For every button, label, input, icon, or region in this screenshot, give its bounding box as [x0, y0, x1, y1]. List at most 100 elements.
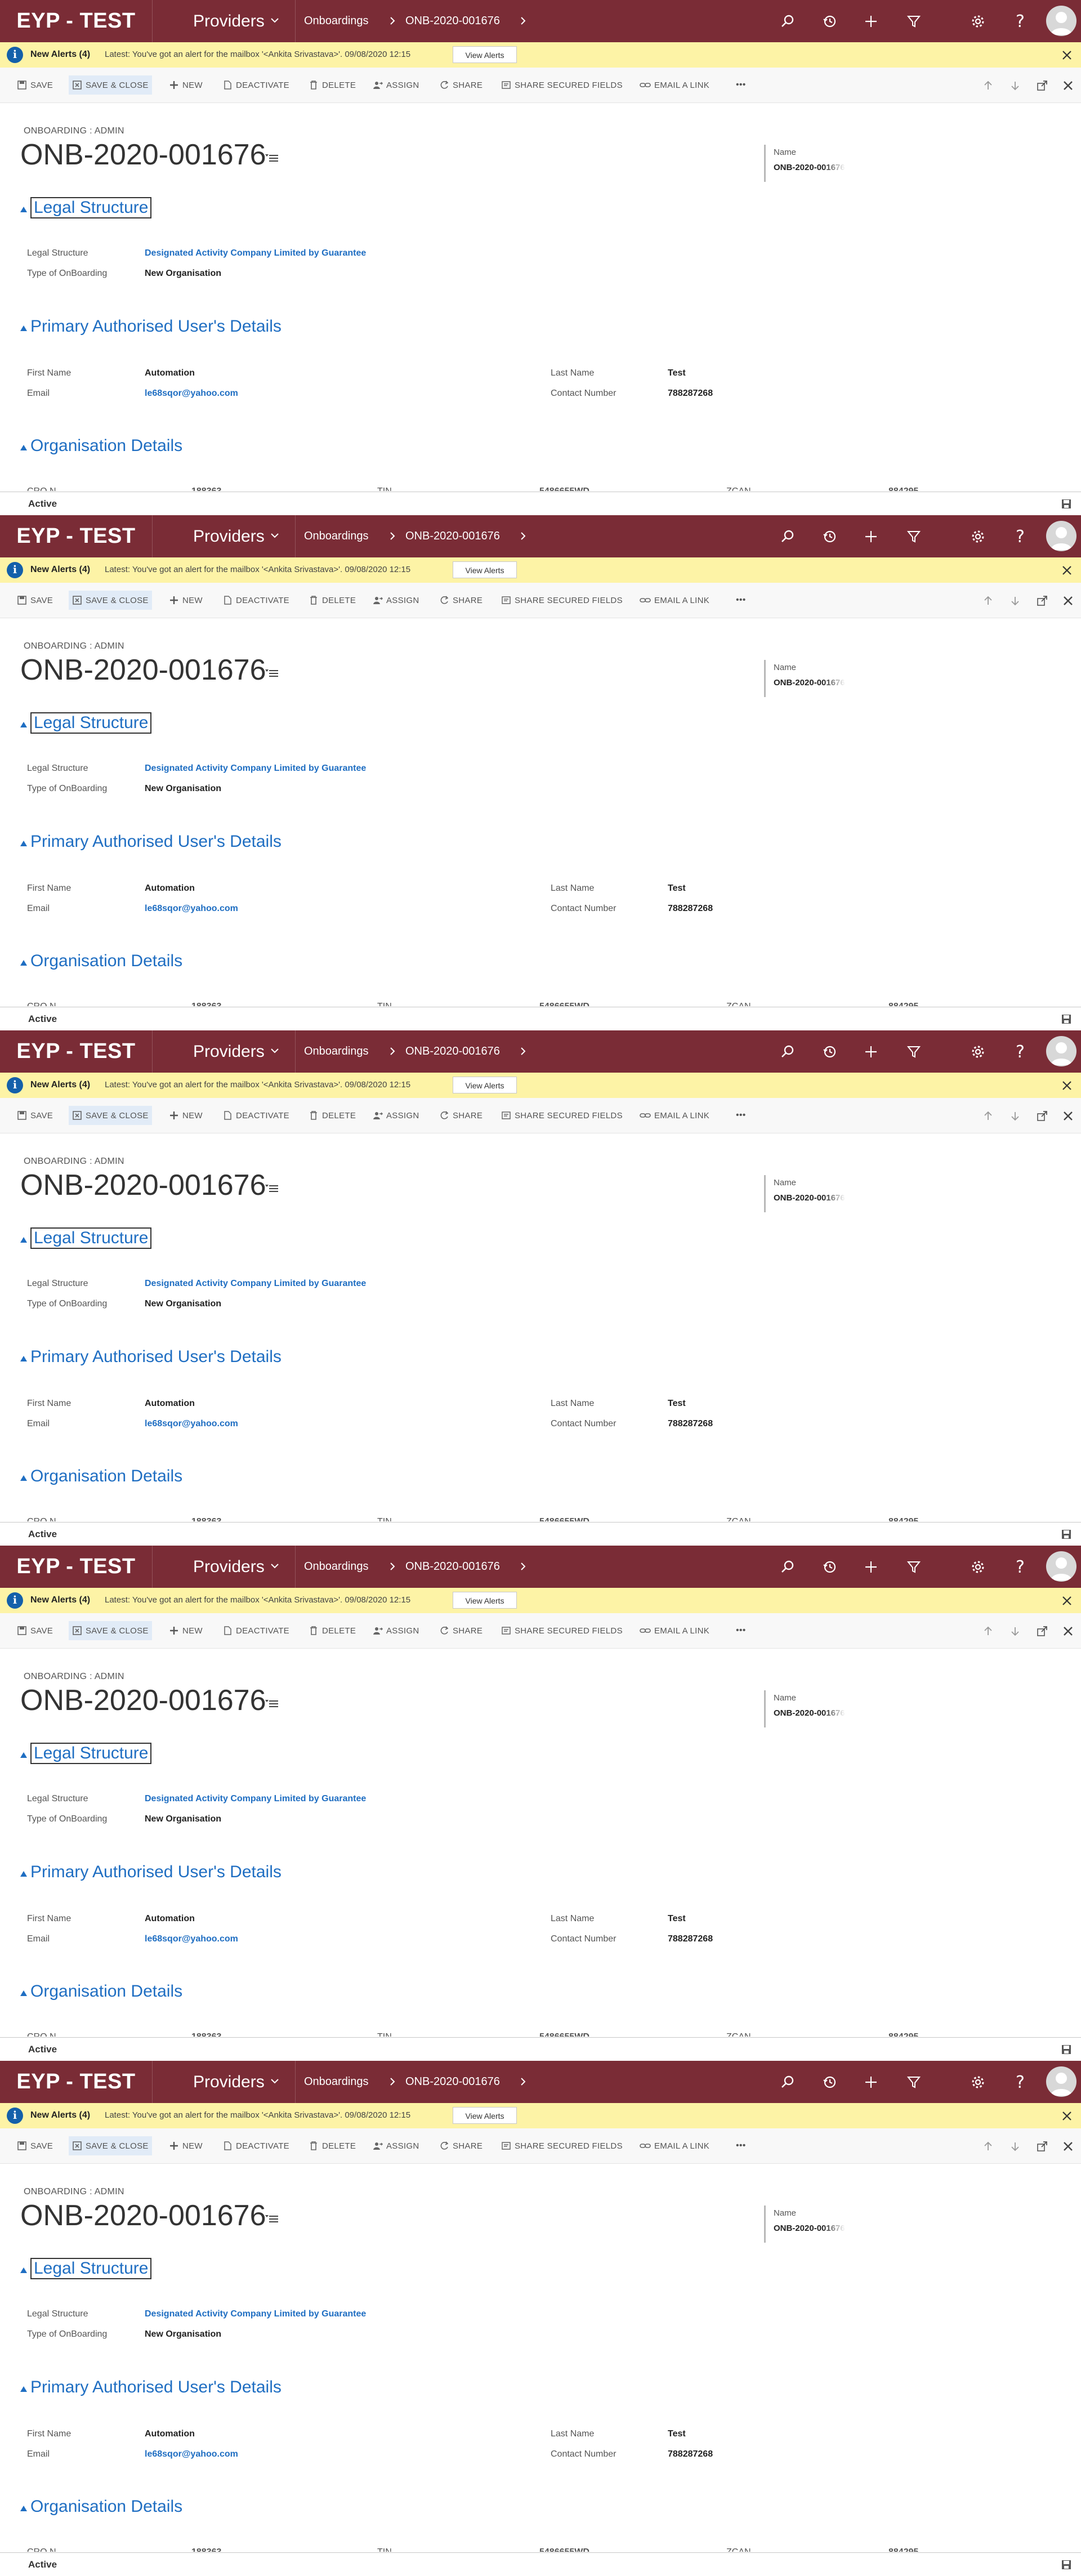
chevron-right-icon[interactable] — [518, 531, 528, 541]
first-name-value[interactable]: Automation — [145, 1399, 195, 1409]
gear-icon[interactable] — [967, 1556, 989, 1578]
save-button[interactable]: SAVE — [17, 1106, 53, 1125]
close-icon[interactable] — [1058, 1077, 1075, 1094]
area-switcher[interactable]: Providers — [152, 1030, 296, 1073]
save-close-button[interactable]: SAVE & CLOSE — [69, 75, 152, 95]
arrow-down-icon[interactable] — [1007, 2138, 1024, 2155]
app-brand[interactable]: EYP - TEST — [0, 1030, 152, 1073]
contact-number-value[interactable]: 788287268 — [668, 389, 713, 399]
close-icon[interactable] — [1060, 1108, 1076, 1124]
save-icon[interactable] — [1061, 1529, 1072, 1540]
popout-icon[interactable] — [1034, 1623, 1051, 1640]
app-brand[interactable]: EYP - TEST — [0, 0, 152, 42]
section-primary-user[interactable]: Primary Authorised User's Details — [20, 317, 282, 336]
new-button[interactable]: NEW — [169, 1621, 203, 1640]
email-link-button[interactable]: EMAIL A LINK — [640, 75, 709, 95]
breadcrumb-entity[interactable]: Onboardings — [304, 1546, 369, 1588]
plus-icon[interactable] — [860, 1556, 882, 1578]
first-name-value[interactable]: Automation — [145, 883, 195, 894]
view-alerts-button[interactable]: View Alerts — [453, 561, 517, 578]
gear-icon[interactable] — [967, 526, 989, 547]
last-name-value[interactable]: Test — [668, 1914, 686, 1924]
history-icon[interactable] — [819, 526, 841, 547]
contact-number-value[interactable]: 788287268 — [668, 1419, 713, 1429]
avatar[interactable] — [1046, 2066, 1076, 2097]
last-name-value[interactable]: Test — [668, 368, 686, 378]
last-name-value[interactable]: Test — [668, 1399, 686, 1409]
legal-structure-value[interactable]: Designated Activity Company Limited by G… — [145, 1279, 366, 1289]
plus-icon[interactable] — [860, 11, 882, 32]
filter-icon[interactable] — [903, 526, 924, 547]
save-button[interactable]: SAVE — [17, 75, 53, 95]
type-of-onboarding-value[interactable]: New Organisation — [145, 1299, 221, 1309]
share-button[interactable]: SHARE — [439, 591, 483, 610]
section-organisation-details[interactable]: Organisation Details — [20, 436, 182, 456]
view-alerts-button[interactable]: View Alerts — [453, 2107, 517, 2124]
arrow-up-icon[interactable] — [980, 77, 997, 94]
breadcrumb-record[interactable]: ONB-2020-001676 — [405, 2061, 500, 2103]
alert-title[interactable]: New Alerts (4) — [30, 565, 90, 575]
deactivate-button[interactable]: DEACTIVATE — [222, 1621, 289, 1640]
contact-number-value[interactable]: 788287268 — [668, 1934, 713, 1944]
share-button[interactable]: SHARE — [439, 1621, 483, 1640]
contact-number-value[interactable]: 788287268 — [668, 904, 713, 914]
help-icon[interactable]: ? — [1009, 1556, 1031, 1578]
gear-icon[interactable] — [967, 11, 989, 32]
avatar[interactable] — [1046, 521, 1076, 551]
last-name-value[interactable]: Test — [668, 2429, 686, 2439]
share-secured-fields-button[interactable]: SHARE SECURED FIELDS — [501, 75, 623, 95]
deactivate-button[interactable]: DEACTIVATE — [222, 75, 289, 95]
view-alerts-button[interactable]: View Alerts — [453, 1592, 517, 1609]
arrow-down-icon[interactable] — [1007, 1623, 1024, 1640]
save-icon[interactable] — [1061, 2559, 1072, 2570]
avatar[interactable] — [1046, 1551, 1076, 1582]
app-brand[interactable]: EYP - TEST — [0, 515, 152, 557]
delete-button[interactable]: DELETE — [309, 1106, 356, 1125]
legal-structure-value[interactable]: Designated Activity Company Limited by G… — [145, 248, 366, 258]
chevron-right-icon[interactable] — [518, 2077, 528, 2087]
help-icon[interactable]: ? — [1009, 526, 1031, 547]
close-icon[interactable] — [1060, 77, 1076, 94]
breadcrumb-record[interactable]: ONB-2020-001676 — [405, 1546, 500, 1588]
save-button[interactable]: SAVE — [17, 591, 53, 610]
deactivate-button[interactable]: DEACTIVATE — [222, 1106, 289, 1125]
search-icon[interactable] — [777, 11, 798, 32]
deactivate-button[interactable]: DEACTIVATE — [222, 2136, 289, 2155]
assign-button[interactable]: ASSIGN — [373, 1621, 419, 1640]
new-button[interactable]: NEW — [169, 1106, 203, 1125]
assign-button[interactable]: ASSIGN — [373, 591, 419, 610]
first-name-value[interactable]: Automation — [145, 368, 195, 378]
alert-title[interactable]: New Alerts (4) — [30, 50, 90, 60]
type-of-onboarding-value[interactable]: New Organisation — [145, 269, 221, 279]
share-secured-fields-button[interactable]: SHARE SECURED FIELDS — [501, 591, 623, 610]
delete-button[interactable]: DELETE — [309, 1621, 356, 1640]
more-commands-button[interactable]: ••• — [736, 1106, 746, 1125]
section-primary-user[interactable]: Primary Authorised User's Details — [20, 1863, 282, 1882]
new-button[interactable]: NEW — [169, 2136, 203, 2155]
alert-title[interactable]: New Alerts (4) — [30, 2110, 90, 2120]
breadcrumb-entity[interactable]: Onboardings — [304, 515, 369, 557]
contact-number-value[interactable]: 788287268 — [668, 2449, 713, 2459]
search-icon[interactable] — [777, 526, 798, 547]
type-of-onboarding-value[interactable]: New Organisation — [145, 1814, 221, 1824]
plus-icon[interactable] — [860, 526, 882, 547]
app-brand[interactable]: EYP - TEST — [0, 2061, 152, 2103]
close-icon[interactable] — [1060, 592, 1076, 609]
delete-button[interactable]: DELETE — [309, 2136, 356, 2155]
save-button[interactable]: SAVE — [17, 1621, 53, 1640]
history-icon[interactable] — [819, 1556, 841, 1578]
legal-structure-value[interactable]: Designated Activity Company Limited by G… — [145, 1794, 366, 1804]
section-primary-user[interactable]: Primary Authorised User's Details — [20, 1347, 282, 1367]
section-legal-structure[interactable]: Legal Structure — [20, 1743, 152, 1764]
arrow-down-icon[interactable] — [1007, 1108, 1024, 1124]
email-link-button[interactable]: EMAIL A LINK — [640, 2136, 709, 2155]
section-organisation-details[interactable]: Organisation Details — [20, 2497, 182, 2516]
save-close-button[interactable]: SAVE & CLOSE — [69, 2136, 152, 2155]
email-value[interactable]: le68sqor@yahoo.com — [145, 904, 238, 914]
email-link-button[interactable]: EMAIL A LINK — [640, 1621, 709, 1640]
save-icon[interactable] — [1061, 1014, 1072, 1025]
more-commands-button[interactable]: ••• — [736, 1621, 746, 1640]
help-icon[interactable]: ? — [1009, 1041, 1031, 1062]
view-alerts-button[interactable]: View Alerts — [453, 1077, 517, 1093]
share-secured-fields-button[interactable]: SHARE SECURED FIELDS — [501, 2136, 623, 2155]
